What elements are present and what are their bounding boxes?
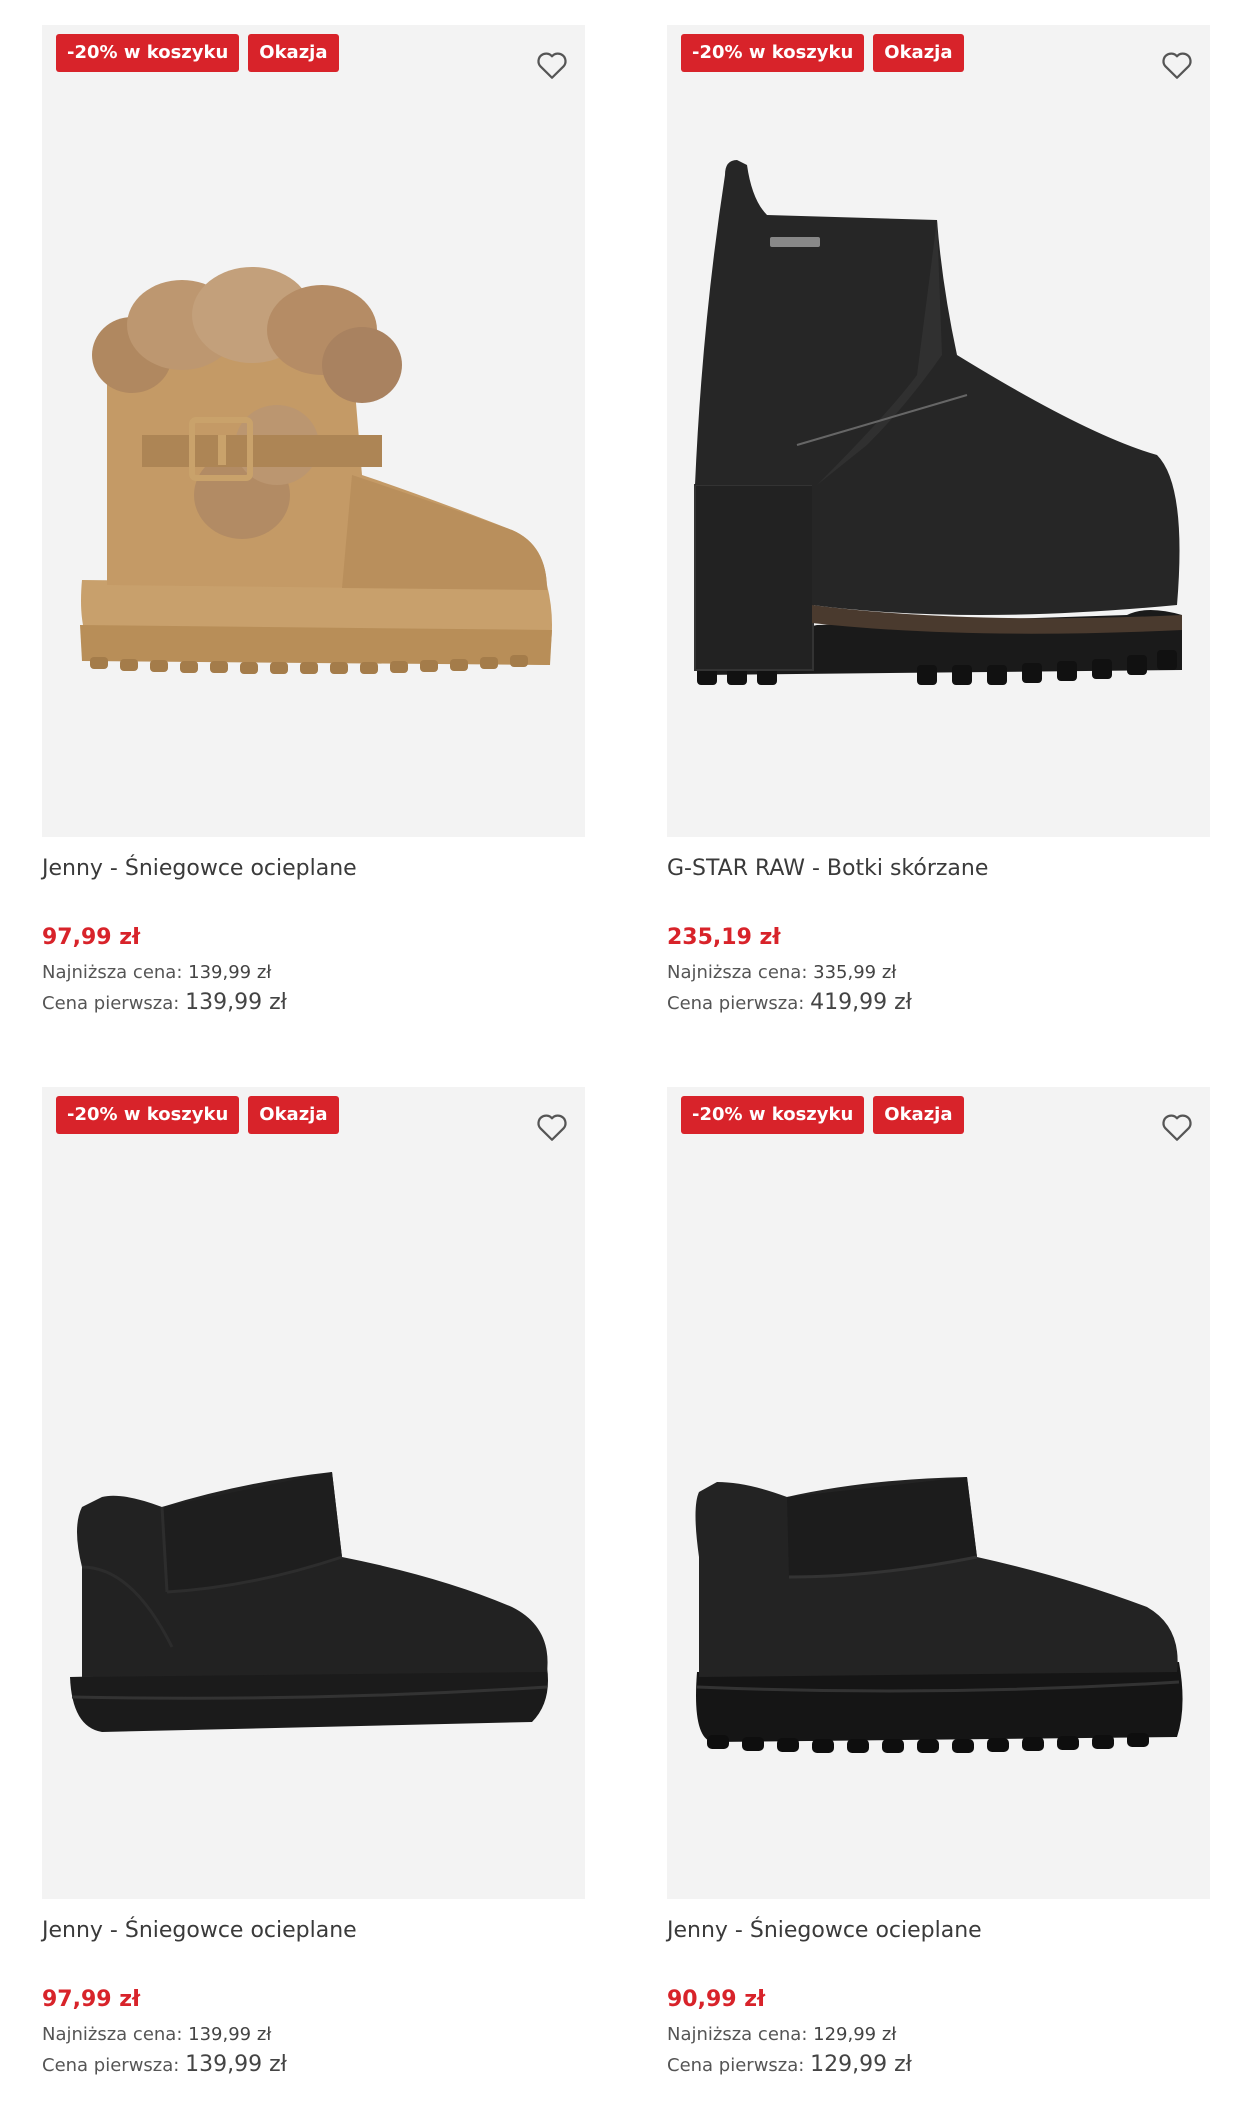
suede-mini-boot-image xyxy=(70,1472,548,1732)
wishlist-button[interactable] xyxy=(1157,1107,1197,1147)
discount-badge: -20% w koszyku xyxy=(56,1096,240,1134)
wishlist-button[interactable] xyxy=(532,45,572,85)
product-price: 97,99 zł xyxy=(42,925,141,950)
product-image[interactable]: -20% w koszyku Okazja xyxy=(667,25,1210,837)
badge-group: -20% w koszyku Okazja xyxy=(56,1096,339,1134)
platform-mini-boot-image xyxy=(695,1477,1183,1753)
discount-badge: -20% w koszyku xyxy=(681,34,865,72)
first-price-label: Cena pierwsza: xyxy=(42,2055,180,2076)
first-price-label: Cena pierwsza: xyxy=(667,993,805,1014)
product-image[interactable]: -20% w koszyku Okazja xyxy=(667,1087,1210,1899)
leather-ankle-boot-image xyxy=(694,160,1182,685)
product-price: 90,99 zł xyxy=(667,1987,766,2012)
heart-outline-icon xyxy=(537,52,567,79)
product-name[interactable]: Jenny - Śniegowce ocieplane xyxy=(667,1916,1210,1946)
lowest-price-label: Najniższa cena: xyxy=(667,962,808,983)
first-price-value: 419,99 zł xyxy=(810,990,912,1015)
first-price-value: 139,99 zł xyxy=(185,990,287,1015)
price-history: Najniższa cena: 129,99 zł Cena pierwsza:… xyxy=(667,2020,1210,2080)
lowest-price-label: Najniższa cena: xyxy=(42,962,183,983)
lowest-price-label: Najniższa cena: xyxy=(42,2024,183,2045)
product-card[interactable]: -20% w koszyku Okazja Jenny - Śniegowce … xyxy=(667,1087,1210,2080)
heart-outline-icon xyxy=(1162,52,1192,79)
product-name[interactable]: Jenny - Śniegowce ocieplane xyxy=(42,854,585,884)
product-name[interactable]: G-STAR RAW - Botki skórzane xyxy=(667,854,1210,884)
lowest-price-value: 335,99 zł xyxy=(813,962,897,983)
discount-badge: -20% w koszyku xyxy=(681,1096,865,1134)
badge-group: -20% w koszyku Okazja xyxy=(681,1096,964,1134)
product-card[interactable]: -20% w koszyku Okazja G-STAR RAW - Botki… xyxy=(667,25,1210,1018)
first-price-value: 129,99 zł xyxy=(810,2052,912,2077)
product-image[interactable]: -20% w koszyku Okazja xyxy=(42,25,585,837)
price-history: Najniższa cena: 139,99 zł Cena pierwsza:… xyxy=(42,2020,585,2080)
wishlist-button[interactable] xyxy=(1157,45,1197,85)
product-card[interactable]: -20% w koszyku Okazja Jenny - Śniegowce … xyxy=(42,25,585,1018)
badge-group: -20% w koszyku Okazja xyxy=(681,34,964,72)
lowest-price-value: 129,99 zł xyxy=(813,2024,897,2045)
lowest-price-label: Najniższa cena: xyxy=(667,2024,808,2045)
deal-badge: Okazja xyxy=(248,34,339,72)
first-price-label: Cena pierwsza: xyxy=(667,2055,805,2076)
fur-boot-image xyxy=(80,267,552,674)
deal-badge: Okazja xyxy=(248,1096,339,1134)
heart-outline-icon xyxy=(537,1114,567,1141)
price-history: Najniższa cena: 335,99 zł Cena pierwsza:… xyxy=(667,958,1210,1018)
deal-badge: Okazja xyxy=(873,1096,964,1134)
discount-badge: -20% w koszyku xyxy=(56,34,240,72)
product-price: 97,99 zł xyxy=(42,1987,141,2012)
product-name[interactable]: Jenny - Śniegowce ocieplane xyxy=(42,1916,585,1946)
price-history: Najniższa cena: 139,99 zł Cena pierwsza:… xyxy=(42,958,585,1018)
product-card[interactable]: -20% w koszyku Okazja Jenny - Śniegowce … xyxy=(42,1087,585,2080)
first-price-value: 139,99 zł xyxy=(185,2052,287,2077)
product-image[interactable]: -20% w koszyku Okazja xyxy=(42,1087,585,1899)
first-price-label: Cena pierwsza: xyxy=(42,993,180,1014)
lowest-price-value: 139,99 zł xyxy=(188,2024,272,2045)
deal-badge: Okazja xyxy=(873,34,964,72)
wishlist-button[interactable] xyxy=(532,1107,572,1147)
lowest-price-value: 139,99 zł xyxy=(188,962,272,983)
product-price: 235,19 zł xyxy=(667,925,781,950)
heart-outline-icon xyxy=(1162,1114,1192,1141)
badge-group: -20% w koszyku Okazja xyxy=(56,34,339,72)
